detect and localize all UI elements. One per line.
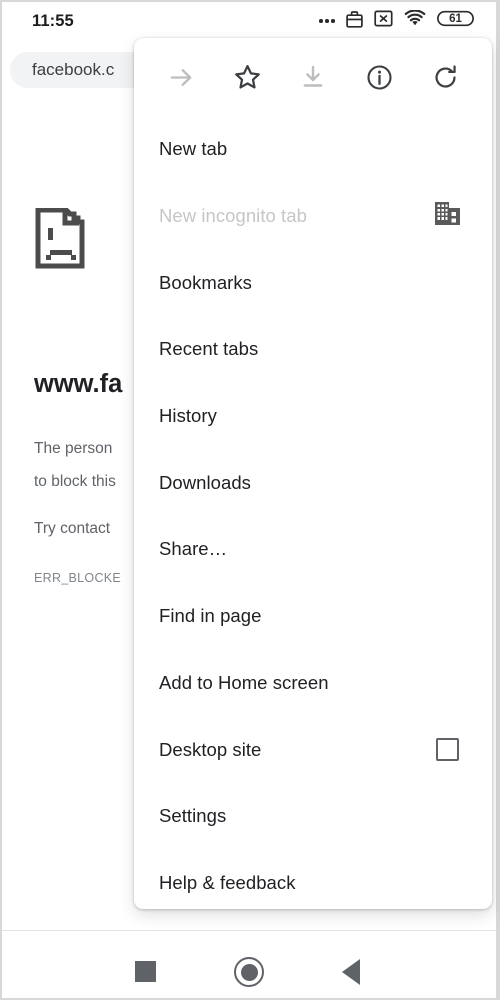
menu-item-new-incognito-tab[interactable]: New incognito tab <box>134 183 492 250</box>
menu-item-list: New tab New incognito tab Bookmarks Rece… <box>134 116 492 909</box>
forward-arrow-icon[interactable] <box>158 54 204 100</box>
menu-item-find-in-page[interactable]: Find in page <box>134 583 492 650</box>
recents-square-icon[interactable] <box>135 961 156 982</box>
menu-item-new-tab[interactable]: New tab <box>134 116 492 183</box>
menu-item-history[interactable]: History <box>134 383 492 450</box>
battery-level-text: 61 <box>449 12 462 25</box>
menu-item-label: Settings <box>159 805 227 827</box>
phone-screen: 11:55 61 facebook.c www.fa The person to… <box>0 0 500 1000</box>
home-circle-icon[interactable] <box>234 957 264 987</box>
menu-item-accessory <box>434 201 472 231</box>
menu-item-label: History <box>159 405 217 427</box>
menu-item-label: Add to Home screen <box>159 671 329 693</box>
menu-item-label: Recent tabs <box>159 338 259 360</box>
menu-item-label: New tab <box>159 138 228 160</box>
status-icon-group: 61 <box>319 9 474 33</box>
reload-icon[interactable] <box>422 54 468 100</box>
menu-item-label: New incognito tab <box>159 205 307 227</box>
back-triangle-icon[interactable] <box>342 959 360 985</box>
menu-item-settings[interactable]: Settings <box>134 783 492 850</box>
wifi-icon <box>404 9 426 32</box>
menu-header-actions <box>134 38 492 116</box>
battery-icon: 61 <box>437 9 474 33</box>
sad-page-icon <box>34 207 86 275</box>
android-navigation-bar <box>2 930 496 998</box>
menu-item-recent-tabs[interactable]: Recent tabs <box>134 316 492 383</box>
status-bar: 11:55 61 <box>2 2 496 40</box>
more-dots-icon <box>319 19 335 23</box>
work-profile-briefcase-icon <box>346 10 363 33</box>
building-icon <box>434 201 461 231</box>
desktop-site-checkbox[interactable] <box>436 738 459 762</box>
menu-item-bookmarks[interactable]: Bookmarks <box>134 249 492 316</box>
download-icon[interactable] <box>290 54 336 100</box>
menu-item-label: Help & feedback <box>159 871 296 893</box>
menu-item-desktop-site[interactable]: Desktop site <box>134 716 492 783</box>
menu-item-share[interactable]: Share… <box>134 516 492 583</box>
menu-item-label: Desktop site <box>159 738 262 760</box>
no-sim-card-icon <box>374 9 393 33</box>
overflow-menu: New tab New incognito tab Bookmarks Rece… <box>134 38 492 909</box>
menu-item-label: Downloads <box>159 471 251 493</box>
menu-item-label: Find in page <box>159 605 262 627</box>
menu-item-label: Share… <box>159 538 228 560</box>
status-clock: 11:55 <box>32 11 74 30</box>
omnibox-text: facebook.c <box>32 60 115 79</box>
menu-item-label: Bookmarks <box>159 271 252 293</box>
info-circle-icon[interactable] <box>356 54 402 100</box>
menu-item-downloads[interactable]: Downloads <box>134 449 492 516</box>
star-icon[interactable] <box>224 54 270 100</box>
menu-item-help-and-feedback[interactable]: Help & feedback <box>134 850 492 909</box>
menu-item-add-to-home-screen[interactable]: Add to Home screen <box>134 650 492 717</box>
menu-item-accessory <box>436 738 472 762</box>
